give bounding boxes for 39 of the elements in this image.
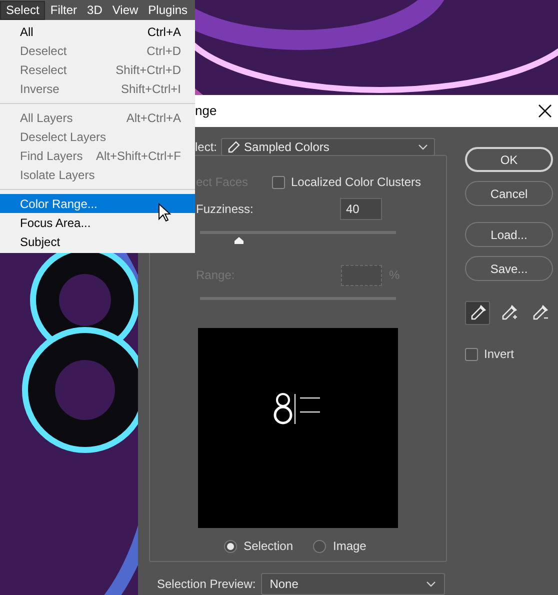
eyedropper-minus-icon bbox=[531, 304, 550, 322]
chevron-down-icon bbox=[426, 581, 436, 587]
fuzziness-label: Fuzziness: bbox=[196, 201, 254, 218]
menu-bar-item[interactable]: Plugins bbox=[143, 0, 193, 20]
window-title: nge bbox=[195, 102, 217, 120]
close-icon[interactable] bbox=[538, 104, 552, 118]
menu-item[interactable]: Focus Area... bbox=[0, 213, 195, 232]
invert-label: Invert bbox=[484, 346, 514, 363]
dropdown-value: None bbox=[270, 576, 298, 593]
mouse-pointer-icon bbox=[158, 203, 171, 222]
chevron-down-icon bbox=[418, 144, 428, 150]
checkbox[interactable] bbox=[272, 176, 285, 188]
dialog-button[interactable]: Cancel bbox=[465, 181, 553, 206]
eyedropper-plus-icon bbox=[500, 304, 518, 322]
selection-preview-label: Selection Preview: bbox=[157, 576, 256, 593]
preview-dropdown[interactable]: None bbox=[260, 573, 445, 595]
slider-thumb[interactable] bbox=[234, 236, 245, 245]
dialog-button[interactable]: Load... bbox=[465, 222, 553, 247]
select-value: Sampled Colors bbox=[244, 139, 330, 156]
radio-option[interactable]: Image bbox=[313, 537, 366, 555]
eyedropper-icon bbox=[468, 304, 487, 322]
menu-item[interactable]: All Ctrl+A bbox=[0, 22, 195, 41]
menu-bar-item[interactable]: Filter bbox=[45, 0, 82, 20]
checkbox[interactable] bbox=[465, 348, 478, 360]
localized-color-clusters-label: Localized Color Clusters bbox=[291, 174, 422, 191]
menu-item[interactable]: Subject bbox=[0, 232, 195, 251]
menu-bar-item[interactable]: 3D bbox=[82, 0, 108, 20]
eyedropper-icon bbox=[228, 141, 240, 153]
menu-item[interactable]: Color Range... bbox=[0, 194, 195, 213]
dialog-button[interactable]: Save... bbox=[465, 256, 553, 281]
menu-bar-item[interactable]: Select bbox=[0, 0, 46, 20]
eyedropper-tool[interactable] bbox=[465, 301, 490, 325]
select-label: lect: bbox=[195, 139, 218, 156]
select-dropdown[interactable]: Sampled Colors bbox=[221, 138, 436, 156]
fuzziness-field[interactable]: 40 bbox=[340, 198, 382, 220]
radio-option[interactable]: Selection bbox=[224, 537, 293, 555]
percent-unit: % bbox=[389, 267, 400, 284]
menu-bar-item[interactable]: View bbox=[107, 0, 144, 20]
dialog-button[interactable]: OK bbox=[465, 147, 553, 172]
